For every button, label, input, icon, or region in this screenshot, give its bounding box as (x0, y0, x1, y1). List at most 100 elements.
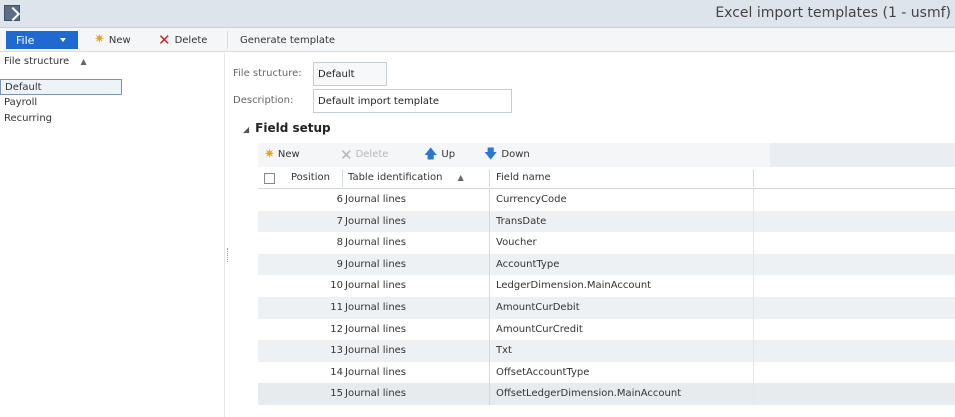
column-divider[interactable] (489, 170, 490, 187)
main-toolbar: File ✷ New ✕ Delete Generate template (0, 28, 955, 52)
field-name-cell: OffsetLedgerDimension.MainAccount (496, 388, 682, 400)
toolbar-divider (227, 31, 228, 49)
file-structure-column-header[interactable]: File structure ▲ (4, 56, 87, 67)
move-down-label: Down (501, 149, 530, 160)
table-row-selected[interactable]: 15 Journal lines OffsetLedgerDimension.M… (258, 383, 955, 405)
cell-divider (753, 232, 754, 254)
title-bar: Excel import templates (1 - usmf) (0, 0, 955, 28)
file-structure-field[interactable]: Default (313, 62, 387, 86)
list-item-default[interactable]: Default (0, 79, 122, 95)
table-identification-cell: Journal lines (345, 215, 407, 227)
table-identification-cell: Journal lines (345, 388, 407, 400)
collapse-caret-icon: ◢ (243, 125, 250, 134)
table-identification-header-label: Table identification (348, 172, 443, 183)
column-divider[interactable] (753, 170, 754, 187)
cell-divider (753, 361, 754, 384)
list-item-payroll[interactable]: Payroll (0, 95, 225, 111)
table-identification-cell: Journal lines (345, 301, 407, 313)
toolbar-strip (770, 143, 955, 167)
delete-x-icon: ✕ (158, 31, 171, 49)
select-all-checkbox[interactable] (264, 173, 275, 184)
field-name-column-header[interactable]: Field name (496, 172, 551, 183)
field-setup-section-header[interactable]: ◢ Field setup (243, 121, 331, 135)
down-arrow-icon: 🡇 (484, 146, 498, 162)
cell-divider (489, 232, 490, 254)
up-arrow-icon: 🡅 (424, 146, 438, 162)
cell-divider (753, 318, 754, 341)
table-row[interactable]: 13 Journal lines Txt (258, 340, 955, 362)
new-button-label: New (108, 34, 131, 46)
table-row[interactable]: 8 Journal lines Voucher (258, 232, 955, 254)
position-cell: 13 (330, 345, 343, 357)
cell-divider (489, 383, 490, 405)
generate-template-label: Generate template (240, 34, 336, 46)
new-button[interactable]: ✷ New (94, 33, 131, 47)
field-name-cell: TransDate (496, 215, 547, 227)
new-star-icon: ✷ (94, 32, 105, 47)
position-cell: 6 (336, 194, 343, 205)
cell-divider (753, 210, 754, 233)
window-title: Excel import templates (1 - usmf) (715, 5, 951, 21)
list-item-recurring[interactable]: Recurring (0, 111, 225, 127)
description-label: Description: (233, 95, 294, 106)
position-cell: 15 (330, 388, 343, 400)
table-row[interactable]: 7 Journal lines TransDate (258, 210, 955, 233)
cell-divider (753, 275, 754, 297)
cell-divider (753, 253, 754, 276)
file-structure-header-label: File structure (4, 56, 70, 67)
delete-button[interactable]: ✕ Delete (158, 31, 208, 49)
move-up-button[interactable]: 🡅 Up (424, 146, 455, 162)
table-identification-cell: Journal lines (345, 345, 407, 357)
table-row[interactable]: 11 Journal lines AmountCurDebit (258, 296, 955, 319)
table-row[interactable]: 14 Journal lines OffsetAccountType (258, 361, 955, 384)
cell-divider (489, 318, 490, 341)
position-cell: 10 (330, 280, 343, 292)
field-delete-label: Delete (355, 149, 389, 160)
table-identification-cell: Journal lines (345, 258, 407, 270)
move-down-button[interactable]: 🡇 Down (484, 146, 530, 162)
cell-divider (489, 210, 490, 233)
field-name-cell: CurrencyCode (496, 194, 567, 205)
cell-divider (489, 189, 490, 211)
sort-ascending-icon: ▲ (457, 173, 464, 182)
cell-divider (489, 275, 490, 297)
position-cell: 11 (330, 301, 343, 313)
field-new-button[interactable]: ✷ New (264, 148, 300, 161)
field-new-label: New (277, 149, 300, 160)
field-delete-button[interactable]: ✕ Delete (340, 145, 389, 164)
table-identification-cell: Journal lines (345, 280, 407, 292)
field-name-cell: AmountCurDebit (496, 301, 580, 313)
app-icon[interactable] (4, 5, 20, 21)
delete-x-icon: ✕ (340, 145, 353, 164)
cell-divider (753, 296, 754, 319)
table-identification-cell: Journal lines (345, 237, 407, 249)
table-identification-cell: Journal lines (345, 366, 407, 378)
grid-header-row: Position Table identification ▲ Field na… (258, 168, 955, 189)
delete-button-label: Delete (174, 34, 208, 46)
table-row[interactable]: 9 Journal lines AccountType (258, 253, 955, 276)
position-cell: 14 (330, 366, 343, 378)
table-identification-cell: Journal lines (345, 194, 407, 205)
position-cell: 7 (336, 215, 343, 227)
description-field[interactable]: Default import template (313, 89, 512, 113)
field-name-cell: AmountCurCredit (496, 323, 583, 335)
chevron-down-icon (60, 38, 66, 42)
file-menu-button[interactable]: File (6, 31, 78, 49)
position-column-header[interactable]: Position (291, 172, 330, 183)
position-cell: 9 (336, 258, 343, 270)
table-row[interactable]: 6 Journal lines CurrencyCode (258, 189, 955, 211)
table-identification-column-header[interactable]: Table identification ▲ (348, 172, 464, 183)
cell-divider (753, 340, 754, 362)
pane-splitter-handle[interactable] (227, 248, 229, 262)
field-name-cell: Txt (496, 345, 512, 357)
sort-ascending-icon: ▲ (80, 57, 87, 66)
generate-template-button[interactable]: Generate template (240, 33, 335, 47)
file-structure-list: Default Payroll Recurring (0, 79, 225, 127)
table-row[interactable]: 12 Journal lines AmountCurCredit (258, 318, 955, 341)
table-row[interactable]: 10 Journal lines LedgerDimension.MainAcc… (258, 275, 955, 297)
column-divider[interactable] (342, 170, 343, 187)
file-menu-label: File (16, 34, 35, 47)
field-name-cell: OffsetAccountType (496, 366, 590, 378)
field-name-cell: Voucher (496, 237, 537, 249)
position-cell: 12 (330, 323, 343, 335)
